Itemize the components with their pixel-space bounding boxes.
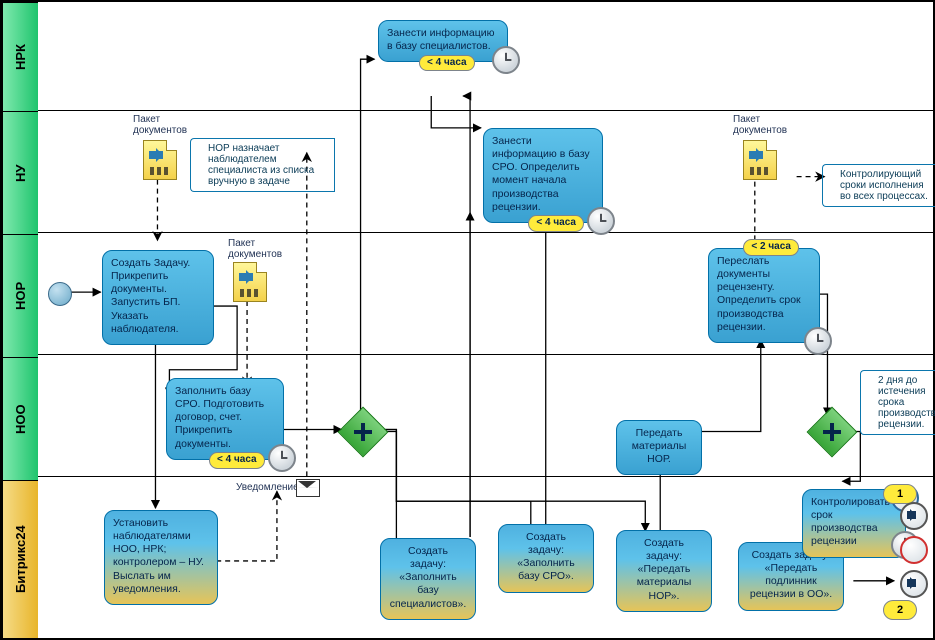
task-text: Создать задачу: «Передать материалы НОР»… [637,537,692,602]
link-pill-2: 2 [883,600,917,620]
lane-bitrix24: Битрикс24 [2,480,38,638]
timer-icon [804,327,832,355]
link-throw-event [900,502,928,530]
task-text: Создать задачу: «Заполнить базу СРО». [517,531,574,582]
annotation-controller: Контролирующий сроки исполнения во всех … [830,164,935,207]
notification-label: Уведомление [236,482,299,493]
link-pill-1: 1 [883,484,917,504]
doc-label: Пакет документов [133,114,187,136]
task-text: Установить наблюдателями НОО, НРК; контр… [113,517,204,595]
timer-icon [492,46,520,74]
link-throw-event [900,570,928,598]
parallel-gateway [807,407,858,458]
annotation-deadline: 2 дня до истечения срока производства ре… [868,370,935,435]
swimlane-labels: НРК НУ НОР НОО Битрикс24 [2,2,38,638]
document-icon [143,140,177,180]
lane-noo: НОО [2,357,38,480]
task-text: Создать Задачу. Прикрепить документы. За… [111,257,190,335]
task-text: Занести информацию в базу специалистов. [387,27,494,52]
task-b24-set-observers[interactable]: Установить наблюдателями НОО, НРК; контр… [104,510,218,605]
envelope-icon [296,479,320,497]
doc-label: Пакет документов [228,238,282,260]
task-nrk-enter-info[interactable]: Занести информацию в базу специалистов. … [378,20,508,62]
lane-nrk: НРК [2,2,38,111]
task-noo-transfer[interactable]: Передать материалы НОР. [616,420,702,475]
duration-tag: < 4 часа [209,452,265,469]
task-nor-forward-docs[interactable]: Переслать документы рецензенту. Определи… [708,248,820,343]
parallel-gateway [338,407,389,458]
task-noo-fill-sro[interactable]: Заполнить базу СРО. Подготовить договор,… [166,378,284,460]
task-nor-create-task[interactable]: Создать Задачу. Прикрепить документы. За… [102,250,214,345]
terminate-event [900,536,928,564]
task-nu-enter-sro[interactable]: Занести информацию в базу СРО. Определит… [483,128,603,223]
task-b24-create-specdb[interactable]: Создать задачу: «Заполнить базу специали… [380,538,476,620]
task-b24-create-sro[interactable]: Создать задачу: «Заполнить базу СРО». [498,524,594,593]
duration-tag: < 4 часа [419,55,475,72]
diagram-body: Занести информацию в базу специалистов. … [38,2,933,638]
annotation-observer: НОР назначает наблюдателем специалиста и… [198,138,335,192]
doc-label: Пакет документов [733,114,787,136]
task-text: Передать материалы НОР. [632,427,687,465]
timer-icon [587,207,615,235]
task-text: Переслать документы рецензенту. Определи… [717,255,801,333]
duration-tag: < 2 часа [743,239,799,256]
task-text: Заполнить базу СРО. Подготовить договор,… [175,385,264,450]
timer-icon [268,444,296,472]
duration-tag: < 4 часа [528,215,584,232]
lane-nu: НУ [2,111,38,234]
task-text: Создать задачу: «Заполнить базу специали… [390,545,467,610]
task-b24-transfer-nor[interactable]: Создать задачу: «Передать материалы НОР»… [616,530,712,612]
start-event [48,282,72,306]
bpmn-diagram: НРК НУ НОР НОО Битрикс24 [0,0,935,640]
document-icon [743,140,777,180]
task-text: Занести информацию в базу СРО. Определит… [492,135,590,213]
task-text: Контролировать срок производства рецензи… [811,496,890,547]
lane-nor: НОР [2,234,38,357]
document-icon [233,262,267,302]
